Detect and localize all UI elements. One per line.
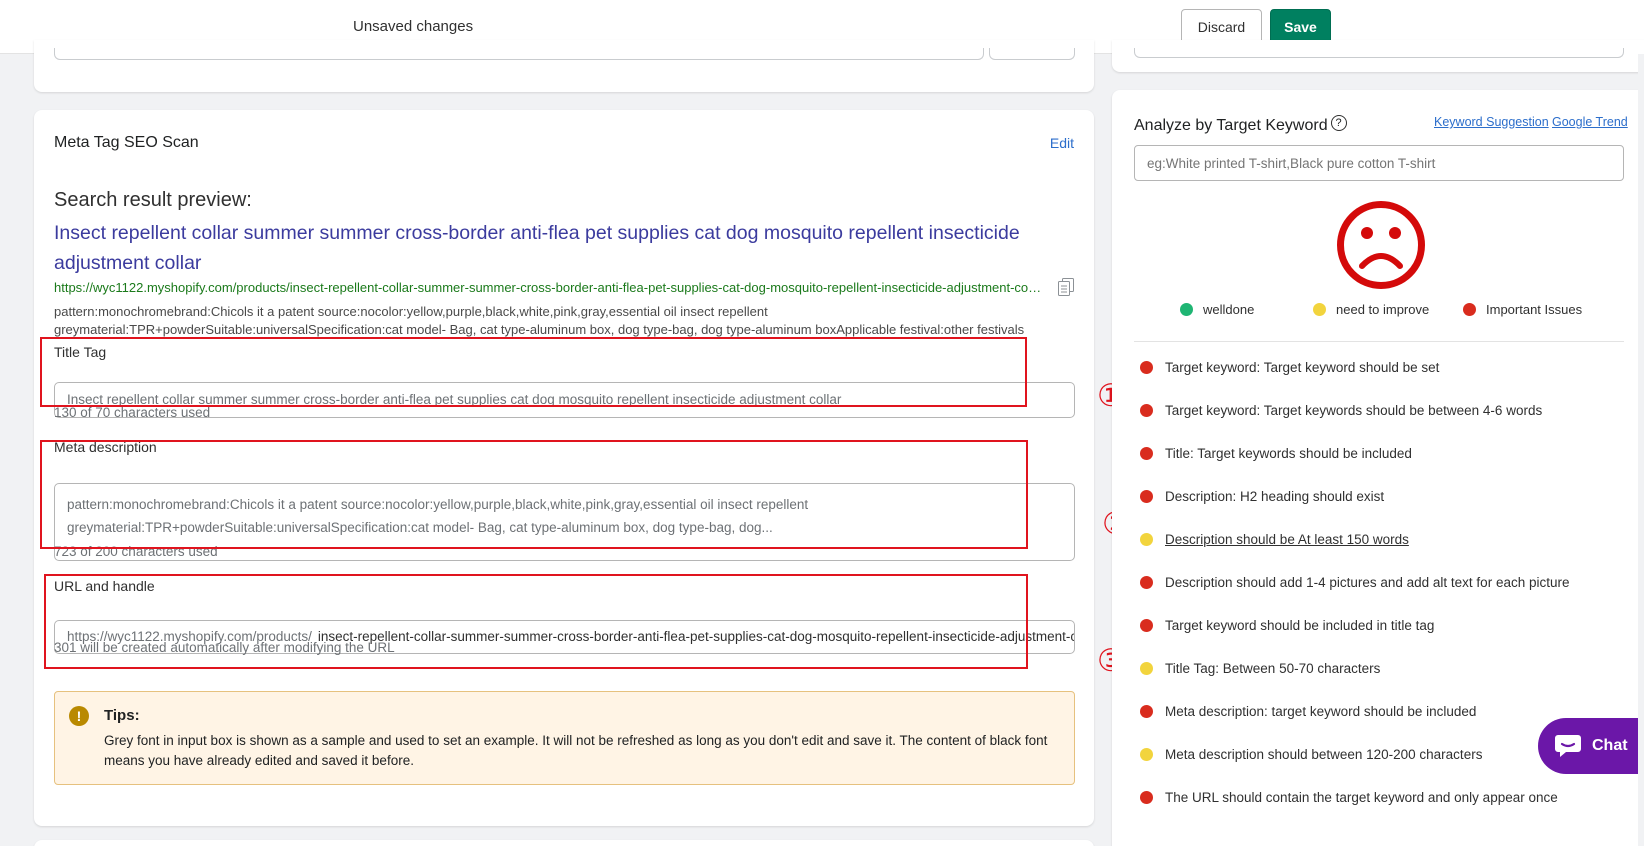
unsaved-changes-text: Unsaved changes xyxy=(353,18,474,35)
red-dot-icon xyxy=(1140,705,1153,718)
issue-text: Meta description: target keyword should … xyxy=(1165,704,1477,719)
previous-card xyxy=(34,40,1094,92)
issue-text[interactable]: Description should be At least 150 words xyxy=(1165,532,1409,547)
red-dot-icon xyxy=(1140,619,1153,632)
green-dot-icon xyxy=(1180,303,1193,316)
issue-text: The URL should contain the target keywor… xyxy=(1165,790,1558,805)
issue-item[interactable]: Description should be At least 150 words xyxy=(1140,518,1640,561)
next-card xyxy=(34,840,1094,846)
issue-text: Target keyword: Target keywords should b… xyxy=(1165,403,1543,418)
annotation-box-meta-description xyxy=(40,440,1028,549)
red-dot-icon xyxy=(1140,576,1153,589)
legend-welldone-label: welldone xyxy=(1203,302,1255,317)
search-preview-url: https://wyc1122.myshopify.com/products/i… xyxy=(54,280,1044,295)
keyword-suggestion-link[interactable]: Keyword Suggestion xyxy=(1434,115,1549,129)
issue-item: Description: H2 heading should exist xyxy=(1140,475,1640,518)
analyze-title: Analyze by Target Keyword? xyxy=(1134,115,1347,135)
legend-important-label: Important Issues xyxy=(1486,302,1583,317)
chat-bubble-icon xyxy=(1555,735,1581,757)
yellow-dot-icon xyxy=(1140,662,1153,675)
issue-text: Description should add 1-4 pictures and … xyxy=(1165,575,1570,590)
issue-item: Target keyword should be included in tit… xyxy=(1140,604,1640,647)
issue-text: Target keyword should be included in tit… xyxy=(1165,618,1435,633)
card-title: Meta Tag SEO Scan xyxy=(54,134,199,151)
scrollbar[interactable] xyxy=(1638,54,1644,846)
annotation-box-url xyxy=(44,574,1028,669)
google-trend-link[interactable]: Google Trend xyxy=(1552,115,1628,129)
divider xyxy=(1134,341,1624,342)
search-preview-description: pattern:monochromebrand:Chicols it a pat… xyxy=(54,303,1044,339)
chat-button[interactable]: Chat xyxy=(1538,718,1644,774)
question-circle-icon[interactable]: ? xyxy=(1330,115,1347,131)
issue-item: Title: Target keywords should be include… xyxy=(1140,432,1640,475)
issue-item: Description should add 1-4 pictures and … xyxy=(1140,561,1640,604)
red-dot-icon xyxy=(1140,447,1153,460)
legend-need-to-improve: need to improve xyxy=(1313,302,1429,317)
legend-welldone: welldone xyxy=(1180,302,1254,317)
preview-desc-line-1: pattern:monochromebrand:Chicols it a pat… xyxy=(54,304,768,319)
tips-text: Grey font in input box is shown as a sam… xyxy=(104,733,1048,768)
warning-icon: ! xyxy=(69,706,89,726)
issue-text: Meta description should between 120-200 … xyxy=(1165,747,1483,762)
yellow-dot-icon xyxy=(1140,533,1153,546)
sad-face-icon xyxy=(1337,201,1425,289)
red-dot-icon xyxy=(1140,791,1153,804)
issue-item: Title Tag: Between 50-70 characters xyxy=(1140,647,1640,690)
previous-button[interactable] xyxy=(989,48,1075,60)
annotation-box-title-tag xyxy=(40,337,1027,407)
yellow-dot-icon xyxy=(1313,303,1326,316)
edit-link[interactable]: Edit xyxy=(1050,135,1074,151)
yellow-dot-icon xyxy=(1140,748,1153,761)
legend-important-issues: Important Issues xyxy=(1463,302,1582,317)
red-dot-icon xyxy=(1463,303,1476,316)
issue-text: Target keyword: Target keyword should be… xyxy=(1165,360,1440,375)
red-dot-icon xyxy=(1140,361,1153,374)
search-preview-title: Insect repellent collar summer summer cr… xyxy=(54,222,1020,274)
issue-item: Target keyword: Target keywords should b… xyxy=(1140,389,1640,432)
issue-item: Target keyword: Target keyword should be… xyxy=(1140,346,1640,389)
issue-text: Title Tag: Between 50-70 characters xyxy=(1165,661,1381,676)
chat-label: Chat xyxy=(1592,737,1628,754)
target-keyword-input[interactable] xyxy=(1134,145,1624,181)
previous-right-input[interactable] xyxy=(1134,48,1624,58)
search-preview-label: Search result preview: xyxy=(54,189,252,211)
issue-text: Description: H2 heading should exist xyxy=(1165,489,1385,504)
tips-banner: ! Tips: Grey font in input box is shown … xyxy=(54,691,1075,785)
issue-text: Title: Target keywords should be include… xyxy=(1165,446,1412,461)
analyze-title-text: Analyze by Target Keyword xyxy=(1134,117,1328,134)
red-dot-icon xyxy=(1140,404,1153,417)
copy-icon[interactable] xyxy=(1058,278,1074,296)
previous-right-card xyxy=(1112,40,1644,72)
red-dot-icon xyxy=(1140,490,1153,503)
title-tag-help: 130 of 70 characters used xyxy=(54,405,211,420)
legend-improve-label: need to improve xyxy=(1336,302,1430,317)
tips-title: Tips: xyxy=(104,707,140,724)
issue-item: The URL should contain the target keywor… xyxy=(1140,776,1640,819)
previous-input[interactable] xyxy=(54,48,984,60)
